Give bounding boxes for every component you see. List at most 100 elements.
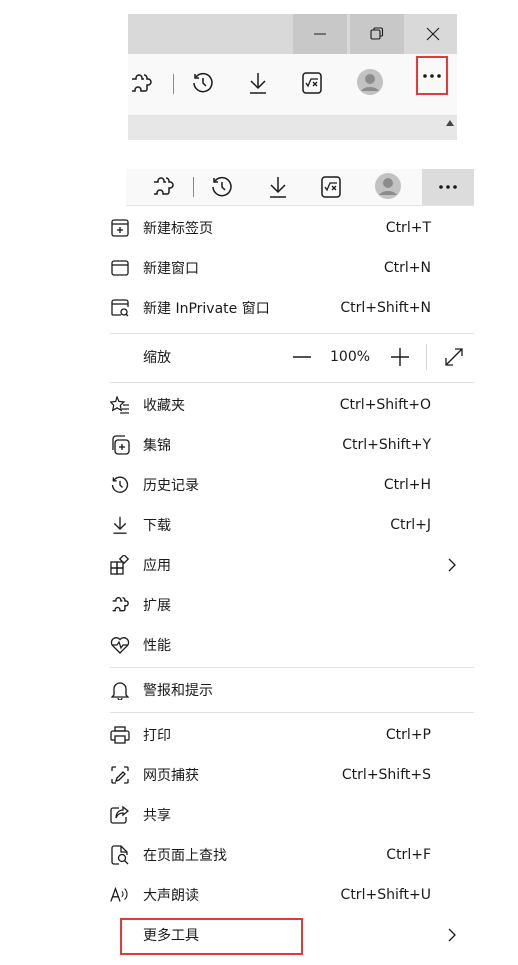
menu-item-downloads[interactable]: 下载 Ctrl+J	[110, 505, 474, 545]
chevron-right-icon	[444, 557, 460, 573]
menu-item-web-capture[interactable]: 网页捕获 Ctrl+Shift+S	[110, 755, 474, 795]
math-solver-icon[interactable]	[300, 70, 324, 96]
menu-item-find-on-page[interactable]: 在页面上查找 Ctrl+F	[110, 835, 474, 875]
menu-shortcut: Ctrl+P	[385, 727, 431, 743]
menu-divider	[110, 382, 474, 383]
browser-window-crop	[128, 14, 457, 140]
menu-label: 历史记录	[143, 478, 199, 494]
menu-shortcut: Ctrl+F	[386, 847, 431, 863]
restore-icon	[370, 27, 384, 41]
more-icon	[422, 73, 442, 79]
zoom-out-button[interactable]	[290, 345, 314, 369]
menu-shortcut: Ctrl+N	[383, 260, 431, 276]
more-tools-highlight-box	[120, 918, 303, 955]
download-icon[interactable]	[267, 175, 289, 199]
history-icon	[110, 475, 130, 495]
favorites-icon	[110, 395, 130, 415]
extensions-icon[interactable]	[152, 175, 174, 199]
menu-label: 新建标签页	[143, 221, 213, 237]
download-icon	[110, 515, 130, 535]
menu-shortcut: Ctrl+Shift+Y	[342, 437, 431, 453]
zoom-separator	[426, 344, 427, 370]
performance-heart-icon	[110, 635, 130, 655]
menu-item-history[interactable]: 历史记录 Ctrl+H	[110, 465, 474, 505]
more-button-active[interactable]	[422, 169, 474, 205]
menu-label: 大声朗读	[143, 888, 199, 904]
menu-label: 新建 InPrivate 窗口	[143, 301, 270, 317]
menu-item-alerts[interactable]: 警报和提示	[110, 670, 474, 710]
inprivate-window-icon	[110, 298, 130, 318]
menu-item-new-window[interactable]: 新建窗口 Ctrl+N	[110, 248, 474, 288]
printer-icon	[110, 725, 130, 745]
bell-icon	[110, 680, 130, 700]
profile-icon[interactable]	[374, 172, 402, 200]
zoom-label: 缩放	[143, 350, 171, 366]
menu-shortcut: Ctrl+H	[383, 477, 431, 493]
toolbar-separator	[193, 177, 194, 197]
menu-item-print[interactable]: 打印 Ctrl+P	[110, 715, 474, 755]
scroll-up-arrow-icon[interactable]	[445, 119, 455, 127]
more-icon	[438, 184, 458, 190]
minimize-button[interactable]	[293, 14, 347, 54]
zoom-in-button[interactable]	[388, 345, 412, 369]
menu-label: 网页捕获	[143, 768, 199, 784]
title-bar	[128, 14, 457, 54]
chevron-right-icon	[444, 927, 460, 943]
toolbar-separator	[173, 74, 174, 94]
menu-item-zoom: 缩放 100%	[110, 336, 474, 378]
menu-item-share[interactable]: 共享	[110, 795, 474, 835]
browser-toolbar-expanded	[126, 169, 474, 206]
menu-shortcut: Ctrl+Shift+N	[340, 300, 431, 316]
menu-label: 应用	[143, 558, 171, 574]
menu-label: 打印	[143, 728, 171, 744]
new-tab-icon	[110, 218, 130, 238]
minimize-icon	[314, 28, 326, 40]
menu-item-apps[interactable]: 应用	[110, 545, 474, 585]
zoom-value: 100%	[330, 349, 371, 365]
menu-shortcut: Ctrl+Shift+U	[340, 887, 431, 903]
browser-toolbar	[128, 54, 457, 115]
profile-icon[interactable]	[356, 68, 384, 96]
menu-divider	[110, 712, 474, 713]
apps-icon	[110, 555, 130, 575]
more-button-highlighted[interactable]	[416, 56, 448, 95]
history-icon[interactable]	[210, 175, 234, 199]
menu-divider	[110, 667, 474, 668]
restore-button[interactable]	[350, 14, 404, 54]
new-window-icon	[110, 258, 130, 278]
menu-item-favorites[interactable]: 收藏夹 Ctrl+Shift+O	[110, 385, 474, 425]
menu-item-new-tab[interactable]: 新建标签页 Ctrl+T	[110, 208, 474, 248]
menu-label: 扩展	[143, 598, 171, 614]
menu-label: 下载	[143, 518, 171, 534]
extensions-icon[interactable]	[130, 72, 152, 96]
menu-label: 共享	[143, 808, 171, 824]
math-solver-icon[interactable]	[319, 174, 343, 200]
share-icon	[110, 805, 130, 825]
menu-label: 新建窗口	[143, 261, 199, 277]
find-on-page-icon	[110, 845, 130, 865]
menu-shortcut: Ctrl+Shift+S	[341, 767, 431, 783]
fullscreen-icon[interactable]	[443, 346, 465, 368]
web-capture-icon	[110, 765, 130, 785]
collections-icon	[110, 435, 130, 455]
page-content-strip	[128, 115, 457, 140]
menu-label: 集锦	[143, 438, 171, 454]
menu-divider	[110, 333, 474, 334]
menu-shortcut: Ctrl+T	[385, 220, 431, 236]
close-icon	[426, 27, 440, 41]
menu-item-extensions[interactable]: 扩展	[110, 585, 474, 625]
menu-item-performance[interactable]: 性能	[110, 625, 474, 665]
menu-item-collections[interactable]: 集锦 Ctrl+Shift+Y	[110, 425, 474, 465]
menu-label: 性能	[143, 638, 171, 654]
menu-item-new-inprivate[interactable]: 新建 InPrivate 窗口 Ctrl+Shift+N	[110, 288, 474, 328]
menu-label: 收藏夹	[143, 398, 185, 414]
read-aloud-icon	[110, 885, 130, 905]
close-button[interactable]	[406, 14, 460, 54]
menu-label: 警报和提示	[143, 683, 213, 699]
extensions-icon	[110, 595, 130, 615]
download-icon[interactable]	[247, 71, 269, 95]
menu-shortcut: Ctrl+Shift+O	[339, 397, 431, 413]
history-icon[interactable]	[191, 71, 215, 95]
menu-label: 在页面上查找	[143, 848, 227, 864]
menu-item-read-aloud[interactable]: 大声朗读 Ctrl+Shift+U	[110, 875, 474, 915]
